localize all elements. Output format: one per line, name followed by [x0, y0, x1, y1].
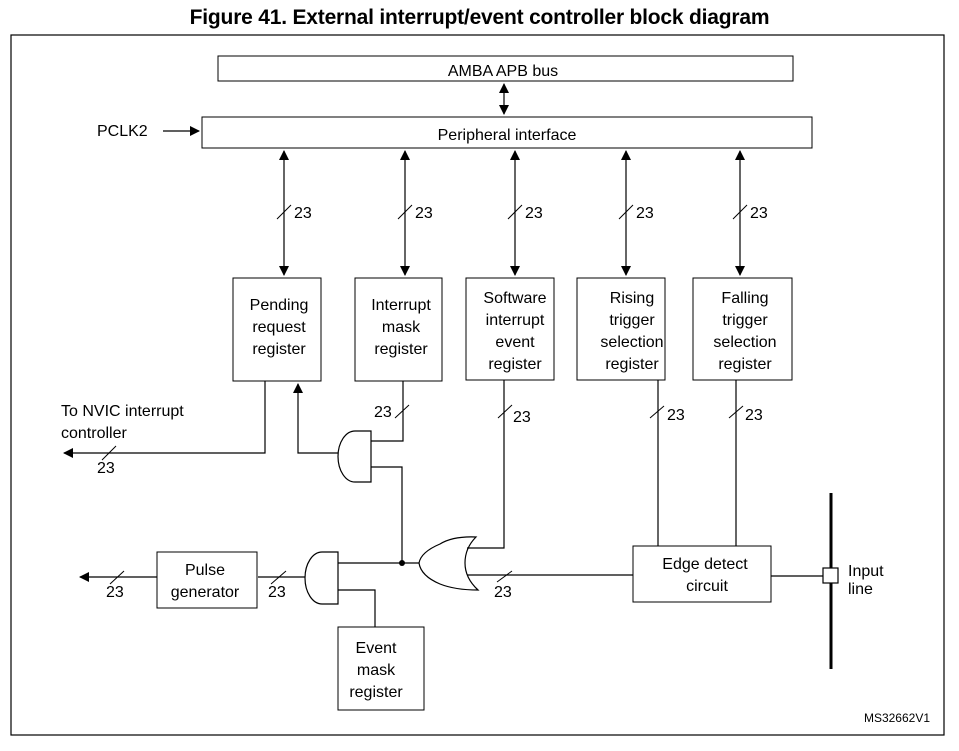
- software-interrupt-event-register: Software interrupt event register: [465, 277, 555, 381]
- interrupt-and-gate: [337, 430, 372, 483]
- pending-request-register: Pending request register: [232, 277, 322, 382]
- register-label: mask: [357, 662, 396, 679]
- falling-trigger-selection-register: Falling trigger selection register: [692, 277, 793, 381]
- edge-detect-label: circuit: [686, 578, 728, 595]
- register-label: mask: [382, 319, 421, 336]
- register-label: register: [605, 356, 659, 373]
- and-to-pending-wire: [293, 383, 338, 454]
- bus-width-label: 23: [294, 205, 312, 222]
- register-label: Falling: [721, 290, 768, 307]
- rising-trigger-selection-register: Rising trigger selection register: [576, 277, 666, 381]
- bus-width-label: 23: [494, 584, 512, 601]
- bus-width-label: 23: [415, 205, 433, 222]
- register-label: trigger: [609, 312, 655, 329]
- bus-width-label: 23: [525, 205, 543, 222]
- register-label: Interrupt: [371, 297, 431, 314]
- register-label: selection: [713, 334, 776, 351]
- junction-to-and-wire: [371, 466, 403, 563]
- peripheral-interface-label: Peripheral interface: [438, 127, 577, 144]
- swier-to-or-wire: [467, 380, 505, 549]
- pulse-generator: Pulse generator: [156, 551, 258, 609]
- pclk2-label: PCLK2: [97, 123, 148, 140]
- bus-width-label: 23: [750, 205, 768, 222]
- input-line-label: Input: [848, 563, 884, 580]
- register-label: register: [718, 356, 772, 373]
- register-label: Software: [483, 290, 546, 307]
- register-label: request: [252, 319, 306, 336]
- bus-width-label: 23: [513, 409, 531, 426]
- figure-id: MS32662V1: [864, 711, 930, 725]
- register-label: register: [374, 341, 428, 358]
- amba-apb-bus-label: AMBA APB bus: [448, 63, 558, 80]
- event-and-gate: [304, 551, 339, 605]
- event-mask-register: Event mask register: [337, 626, 425, 711]
- register-label: register: [252, 341, 306, 358]
- register-label: trigger: [722, 312, 768, 329]
- bus-slash: [649, 405, 665, 419]
- register-label: Rising: [610, 290, 654, 307]
- bus-slash: [497, 404, 513, 419]
- nvic-label: To NVIC interrupt: [61, 403, 184, 420]
- register-label: register: [349, 684, 403, 701]
- bus-width-label: 23: [636, 205, 654, 222]
- bus-width-label: 23: [374, 404, 392, 421]
- register-label: Event: [356, 640, 397, 657]
- edge-detect-circuit: Edge detect circuit: [632, 545, 772, 603]
- or-gate: [418, 536, 480, 591]
- register-label: selection: [600, 334, 663, 351]
- nvic-label: controller: [61, 425, 127, 442]
- pulse-generator-label: generator: [171, 584, 240, 601]
- bus-width-label: 23: [268, 584, 286, 601]
- register-label: event: [495, 334, 535, 351]
- bus-width-label: 23: [97, 460, 115, 477]
- edge-detect-label: Edge detect: [662, 556, 748, 573]
- bus-width-label: 23: [745, 407, 763, 424]
- block-diagram: AMBA APB bus Peripheral interface PCLK2 …: [10, 34, 945, 736]
- bus-slash: [394, 404, 410, 419]
- bus-width-label: 23: [106, 584, 124, 601]
- register-bus-links: 23 23 23 23 23: [276, 150, 768, 276]
- register-label: Pending: [250, 297, 309, 314]
- peripheral-interface: Peripheral interface: [201, 116, 813, 149]
- pulse-generator-label: Pulse: [185, 562, 225, 579]
- amba-apb-bus: AMBA APB bus: [217, 55, 794, 82]
- bus-width-label: 23: [667, 407, 685, 424]
- input-pin: [822, 567, 839, 584]
- register-label: register: [488, 356, 542, 373]
- interrupt-mask-register: Interrupt mask register: [354, 277, 443, 382]
- input-line-label: line: [848, 581, 873, 598]
- emr-to-and-wire: [338, 589, 376, 627]
- register-label: interrupt: [486, 312, 545, 329]
- bus-slash: [496, 570, 513, 583]
